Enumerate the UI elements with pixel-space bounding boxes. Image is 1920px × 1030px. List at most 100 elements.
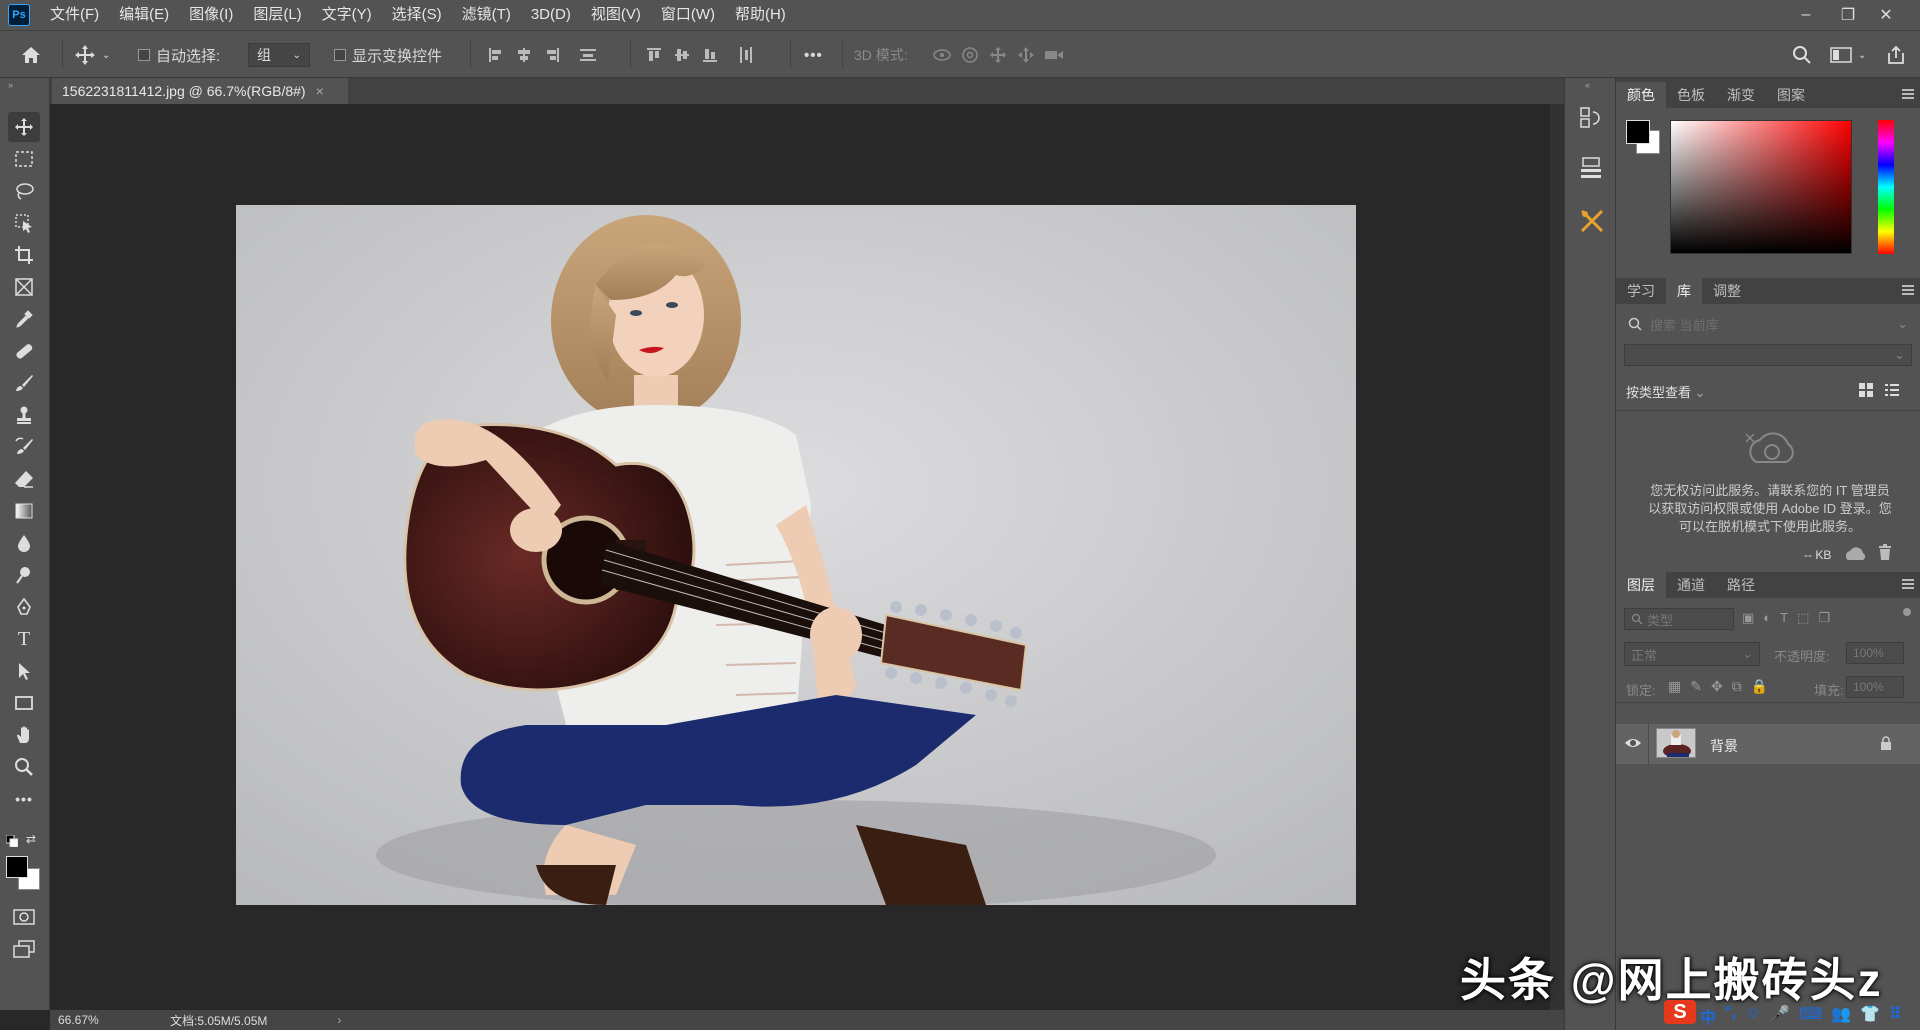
screen-mode-button[interactable] [8,934,40,964]
eraser-tool[interactable] [8,464,40,494]
object-selection-tool[interactable] [8,208,40,238]
tools-panel-button[interactable] [1579,208,1605,237]
document-image[interactable] [236,205,1356,905]
move-tool-preset[interactable]: ⌄ [74,31,110,79]
properties-panel-button[interactable] [1579,156,1603,183]
sogou-ime-logo[interactable]: S [1664,1000,1696,1024]
more-options-button[interactable]: ••• [804,31,823,79]
visibility-eye-icon[interactable] [1624,736,1642,753]
color-picker-field[interactable] [1670,120,1852,254]
panel-menu-icon[interactable] [1902,579,1914,589]
menu-view[interactable]: 视图(V) [581,0,651,30]
gradient-tool[interactable] [8,496,40,526]
tab-layers[interactable]: 图层 [1616,572,1666,598]
history-brush-tool[interactable] [8,432,40,462]
library-select-dropdown[interactable]: ⌄ [1624,344,1912,366]
brush-tool[interactable] [8,368,40,398]
color-foreground-swatch[interactable] [1626,120,1650,144]
quick-mask-button[interactable] [8,902,40,932]
close-tab-icon[interactable]: × [316,83,324,99]
filter-adjustment-icon[interactable]: ◐ [1763,610,1771,626]
marquee-tool[interactable] [8,144,40,174]
menu-type[interactable]: 文字(Y) [312,0,382,30]
list-view-button[interactable] [1884,382,1900,401]
align-top-icon[interactable] [640,31,668,79]
distribute-vertical-icon[interactable] [574,31,602,79]
collapse-strip-icon[interactable]: « [1585,80,1590,90]
healing-brush-tool[interactable] [8,336,40,366]
tab-gradients[interactable]: 渐变 [1716,82,1766,108]
default-colors-icon[interactable] [5,834,19,850]
lock-pixels-icon[interactable]: ✎ [1690,678,1702,695]
show-transform-checkbox[interactable]: 显示变换控件 [334,31,442,79]
align-hcenter-icon[interactable] [510,31,538,79]
swap-colors-icon[interactable]: ⇄ [26,832,36,846]
crop-tool[interactable] [8,240,40,270]
menu-window[interactable]: 窗口(W) [651,0,725,30]
blend-mode-dropdown[interactable]: 正常 ⌄ [1624,642,1760,666]
lock-all-icon[interactable]: 🔒 [1751,678,1768,695]
3d-orbit-icon[interactable] [928,31,956,79]
menu-image[interactable]: 图像(I) [179,0,243,30]
tab-libraries[interactable]: 库 [1666,278,1702,304]
tab-paths[interactable]: 路径 [1716,572,1766,598]
tab-adjustments[interactable]: 调整 [1702,278,1752,304]
align-bottom-icon[interactable] [696,31,724,79]
zoom-level[interactable]: 66.67% [58,1013,138,1027]
filter-type-icon[interactable]: T [1780,610,1788,626]
opacity-input[interactable]: 100% [1846,642,1904,664]
auto-select-checkbox[interactable]: 自动选择: [138,31,220,79]
panel-menu-icon[interactable] [1902,285,1914,295]
search-button[interactable] [1792,31,1812,79]
ime-voice-icon[interactable]: 🎤 [1770,1004,1790,1028]
pen-tool[interactable] [8,592,40,622]
move-tool[interactable] [8,112,40,142]
eyedropper-tool[interactable] [8,304,40,334]
view-by-type-dropdown[interactable]: 按类型查看 ⌄ [1626,382,1706,401]
workspace-button[interactable]: ⌄ [1830,31,1866,79]
tab-swatches[interactable]: 色板 [1666,82,1716,108]
document-tab[interactable]: 1562231811412.jpg @ 66.7%(RGB/8#) × [52,78,348,104]
menu-layer[interactable]: 图层(L) [243,0,311,30]
rectangle-tool[interactable] [8,688,40,718]
library-search-input[interactable]: 搜索 当前库 ⌄ [1622,312,1914,336]
ime-chinese-mode[interactable]: 中 [1700,1004,1716,1028]
panel-menu-icon[interactable] [1902,89,1914,99]
lock-transparent-icon[interactable]: ▦ [1668,678,1681,695]
zoom-tool[interactable] [8,752,40,782]
ime-punctuation[interactable]: °, [1725,1004,1736,1028]
clone-stamp-tool[interactable] [8,400,40,430]
home-button[interactable] [20,31,42,79]
hue-slider[interactable] [1878,120,1894,254]
grid-view-button[interactable] [1858,382,1874,401]
dodge-tool[interactable] [8,560,40,590]
menu-3d[interactable]: 3D(D) [521,0,581,30]
path-selection-tool[interactable] [8,656,40,686]
lock-position-icon[interactable]: ✥ [1711,678,1723,695]
filter-shape-icon[interactable]: ⬚ [1797,610,1809,626]
3d-pan-icon[interactable] [984,31,1012,79]
photoshop-logo[interactable]: Ps [8,4,30,26]
share-button[interactable] [1886,31,1906,79]
layer-filter-dropdown[interactable]: 类型 [1624,608,1734,630]
3d-slide-icon[interactable] [1012,31,1040,79]
frame-tool[interactable] [8,272,40,302]
3d-roll-icon[interactable] [956,31,984,79]
align-vcenter-icon[interactable] [668,31,696,79]
collapse-toolbar-icon[interactable]: » [8,80,13,90]
align-left-icon[interactable] [482,31,510,79]
edit-toolbar-button[interactable]: ••• [8,784,40,814]
fill-input[interactable]: 100% [1846,676,1904,698]
menu-file[interactable]: 文件(F) [40,0,109,30]
restore-button[interactable]: ❐ [1828,0,1868,30]
status-menu-arrow[interactable]: › [337,1013,341,1027]
filter-smart-object-icon[interactable]: ❐ [1818,610,1830,626]
lasso-tool[interactable] [8,176,40,206]
type-tool[interactable]: T [8,624,40,654]
tab-patterns[interactable]: 图案 [1766,82,1816,108]
3d-camera-icon[interactable] [1040,31,1068,79]
tab-color[interactable]: 颜色 [1616,82,1666,108]
ime-user-icon[interactable]: 👥 [1831,1004,1851,1028]
menu-select[interactable]: 选择(S) [382,0,452,30]
trash-icon[interactable] [1878,544,1892,563]
